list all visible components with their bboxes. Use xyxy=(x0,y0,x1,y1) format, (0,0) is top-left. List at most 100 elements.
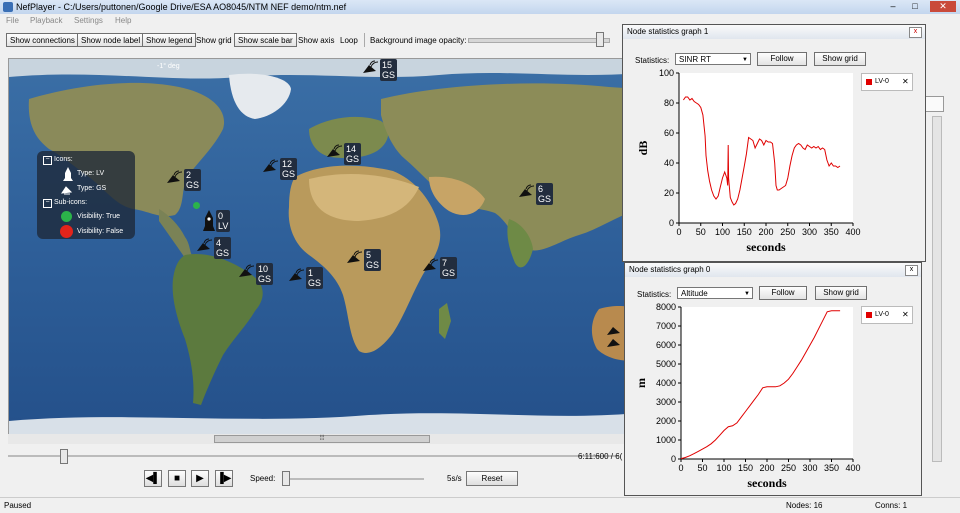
menu-help[interactable]: Help xyxy=(115,16,131,25)
graph-window-close-button[interactable]: x xyxy=(905,265,918,276)
visibility-true-dot xyxy=(193,202,200,209)
map-node-15[interactable]: 15 GS xyxy=(361,59,398,81)
y-tick-label: 6000 xyxy=(656,340,676,350)
play-button[interactable]: ▶ xyxy=(191,470,209,487)
x-tick-label: 100 xyxy=(715,227,730,237)
node-id: 14 xyxy=(346,144,357,154)
map-node-0[interactable]: 0 LV xyxy=(203,210,231,232)
x-tick-label: 350 xyxy=(824,463,839,473)
map-scrollbar-thumb[interactable]: ⦙⦙⦙ xyxy=(214,435,430,443)
y-axis-label: m xyxy=(634,378,648,388)
show-grid-button[interactable]: Show grid xyxy=(814,52,866,66)
x-tick-label: 250 xyxy=(781,463,796,473)
x-tick-label: 200 xyxy=(759,463,774,473)
node-badge: 15 GS xyxy=(380,59,398,81)
map-node-2[interactable]: 2 GS xyxy=(165,169,202,191)
series-remove-icon[interactable]: ✕ xyxy=(902,77,909,86)
speed-slider-thumb[interactable] xyxy=(282,471,290,486)
stop-button[interactable]: ■ xyxy=(168,470,186,487)
bg-opacity-label: Background image opacity: xyxy=(370,36,467,45)
x-tick-label: 250 xyxy=(780,227,795,237)
x-tick-label: 200 xyxy=(758,227,773,237)
node-id: 10 xyxy=(258,264,269,274)
y-tick-label: 0 xyxy=(669,218,674,228)
graph-window-title: Node statistics graph 1 xyxy=(623,25,925,39)
legend-collapse-subicons[interactable]: − xyxy=(43,199,52,208)
series-color-swatch xyxy=(866,79,872,85)
node-type: GS xyxy=(538,194,552,204)
side-panel-button[interactable] xyxy=(924,96,944,112)
satellite-dish-icon xyxy=(61,186,73,195)
map-node-1[interactable]: 1 GS xyxy=(287,267,324,289)
map-node-14[interactable]: 14 GS xyxy=(325,143,362,165)
degree-label: -1° deg xyxy=(157,63,180,70)
bg-opacity-slider[interactable] xyxy=(468,38,610,43)
map-node-10[interactable]: 10 GS xyxy=(237,263,274,285)
side-panel xyxy=(924,90,960,490)
show-scale-bar-button[interactable]: Show scale bar xyxy=(234,33,297,47)
node-type: GS xyxy=(308,278,322,288)
statistic-select-value: Altitude xyxy=(681,289,708,298)
show-axis-toggle[interactable]: Show axis xyxy=(298,36,334,45)
node-badge: 2 GS xyxy=(184,169,202,191)
reset-button[interactable]: Reset xyxy=(466,471,518,486)
graph-window-0[interactable]: Node statistics graph 0 x Statistics: Al… xyxy=(624,262,922,496)
map-node-7[interactable]: 7 GS xyxy=(421,257,458,279)
y-tick-label: 2000 xyxy=(656,416,676,426)
statistic-select[interactable]: Altitude ▼ xyxy=(677,287,753,299)
time-readout: 6:11:600 / 6( xyxy=(578,452,623,461)
side-panel-scrollbar[interactable] xyxy=(932,116,942,462)
graph-0-chart: 0 50 100 150 200 250 300 350 4000100020003000400… xyxy=(634,302,861,490)
map-node-12[interactable]: 12 GS xyxy=(261,158,298,180)
legend-type-lv: Type: LV xyxy=(77,170,105,177)
node-type: GS xyxy=(382,70,396,80)
y-tick-label: 80 xyxy=(664,98,674,108)
x-tick-label: 0 xyxy=(676,227,681,237)
timeline-slider-thumb[interactable] xyxy=(59,449,68,464)
bg-opacity-slider-thumb[interactable] xyxy=(595,32,604,47)
follow-button[interactable]: Follow xyxy=(757,52,807,66)
speed-slider[interactable] xyxy=(284,478,424,480)
close-button[interactable]: ✕ xyxy=(930,1,956,12)
step-back-button[interactable]: ◀▌ xyxy=(144,470,162,487)
satellite-dish-icon xyxy=(363,60,379,73)
follow-button[interactable]: Follow xyxy=(759,286,807,300)
world-map[interactable]: -1° deg − Icons: Type: LV Type: GS − Sub… xyxy=(8,58,640,436)
map-node-4[interactable]: 4 GS xyxy=(195,237,232,259)
satellite-dish-icon xyxy=(607,327,620,347)
statistics-label: Statistics: xyxy=(635,56,670,65)
legend-collapse-icons[interactable]: − xyxy=(43,156,52,165)
show-node-label-button[interactable]: Show node label xyxy=(77,33,145,47)
node-type: GS xyxy=(216,248,230,258)
timeline-slider[interactable] xyxy=(8,455,618,457)
maximize-button[interactable]: □ xyxy=(906,1,924,12)
loop-toggle[interactable]: Loop xyxy=(340,36,358,45)
node-badge: 4 GS xyxy=(214,237,232,259)
graph-window-close-button[interactable]: x xyxy=(909,27,922,38)
statistic-select[interactable]: SINR RT ▼ xyxy=(675,53,751,65)
x-tick-label: 50 xyxy=(696,227,706,237)
menu-file[interactable]: File xyxy=(6,16,19,25)
show-grid-button[interactable]: Show grid xyxy=(815,286,867,300)
show-connections-button[interactable]: Show connections xyxy=(6,33,79,47)
show-grid-toggle[interactable]: Show grid xyxy=(196,36,232,45)
graph-window-1[interactable]: Node statistics graph 1 x Statistics: SI… xyxy=(622,24,926,262)
y-axis-label: dB xyxy=(636,141,650,156)
menu-playback[interactable]: Playback xyxy=(30,16,62,25)
show-legend-button[interactable]: Show legend xyxy=(142,33,197,47)
menu-settings[interactable]: Settings xyxy=(74,16,103,25)
satellite-dish-icon xyxy=(347,250,363,263)
toolbar-separator xyxy=(364,33,365,47)
map-legend: − Icons: Type: LV Type: GS − Sub-icons: … xyxy=(37,151,135,239)
minimize-button[interactable]: – xyxy=(884,1,902,12)
step-forward-button[interactable]: ▐▶ xyxy=(215,470,233,487)
series-remove-icon[interactable]: ✕ xyxy=(902,310,909,319)
node-badge: 5 GS xyxy=(364,249,382,271)
map-node-6[interactable]: 6 GS xyxy=(517,183,554,205)
visibility-false-dot xyxy=(60,225,73,238)
visibility-true-dot xyxy=(61,211,72,222)
satellite-dish-icon xyxy=(197,238,213,251)
x-tick-label: 50 xyxy=(697,463,707,473)
map-node-5[interactable]: 5 GS xyxy=(345,249,382,271)
speed-label: Speed: xyxy=(250,474,276,483)
